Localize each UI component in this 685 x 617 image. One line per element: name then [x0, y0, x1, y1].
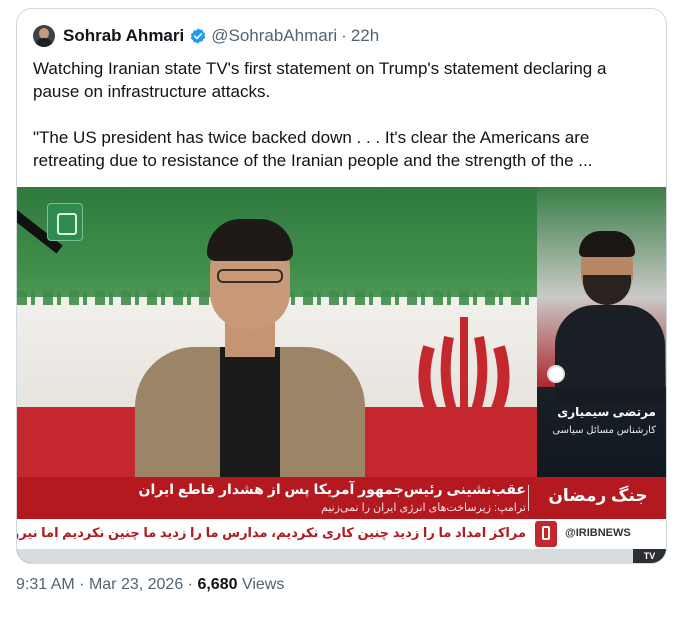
tweet-header: Sohrab Ahmari @SohrabAhmari · 22h: [33, 23, 379, 49]
location-pin-icon: [547, 365, 565, 383]
tweet-paragraph: Watching Iranian state TV's first statem…: [33, 59, 607, 101]
channel-handle: @IRIBNEWS: [565, 527, 631, 539]
irib-logo-icon: [535, 521, 557, 547]
guest-title: کارشناس مسائل سیاسی: [552, 425, 656, 436]
author-name[interactable]: Sohrab Ahmari: [63, 26, 184, 46]
views-count[interactable]: 6,680: [197, 576, 237, 593]
news-headline: عقب‌نشینی رئیس‌جمهور آمریکا پس از هشدار …: [138, 481, 526, 497]
iran-emblem-icon: [418, 317, 510, 441]
bottom-strip: [17, 549, 666, 563]
tweet-card[interactable]: Sohrab Ahmari @SohrabAhmari · 22h Watchi…: [16, 8, 667, 564]
headline-divider: [528, 485, 529, 511]
tweet-text: Watching Iranian state TV's first statem…: [33, 57, 653, 172]
verified-badge-icon: [191, 28, 206, 44]
corner-tag: TV: [633, 549, 666, 563]
author-handle[interactable]: @SohrabAhmari: [211, 26, 337, 46]
meta-separator: ·: [79, 576, 85, 593]
studio-background: [17, 187, 537, 477]
meta-separator: ·: [187, 576, 193, 593]
views-label[interactable]: Views: [242, 576, 284, 593]
show-title: جنگ رمضان: [548, 486, 648, 505]
avatar[interactable]: [33, 25, 55, 47]
tweet-media-image[interactable]: مرتضی سیمیاری کارشناس مسائل سیاسی عقب‌نش…: [17, 187, 666, 563]
news-anchor: [125, 217, 375, 477]
news-subline: ترامپ: زیرساخت‌های انرژی ایران را نمی‌زن…: [321, 502, 526, 514]
tweet-time-ago[interactable]: 22h: [351, 26, 379, 46]
tweet-meta: 9:31 AM · Mar 23, 2026 · 6,680 Views: [16, 576, 284, 594]
channel-emblem-icon: [47, 203, 83, 241]
news-crawl: مراکز امداد ما را زدید چنین کاری نکردیم،…: [17, 525, 526, 540]
post-time[interactable]: 9:31 AM: [16, 576, 75, 593]
header-separator: ·: [341, 26, 347, 45]
guest-name: مرتضی سیمیاری: [557, 405, 656, 419]
post-date[interactable]: Mar 23, 2026: [89, 576, 183, 593]
tweet-paragraph: "The US president has twice backed down …: [33, 128, 593, 170]
